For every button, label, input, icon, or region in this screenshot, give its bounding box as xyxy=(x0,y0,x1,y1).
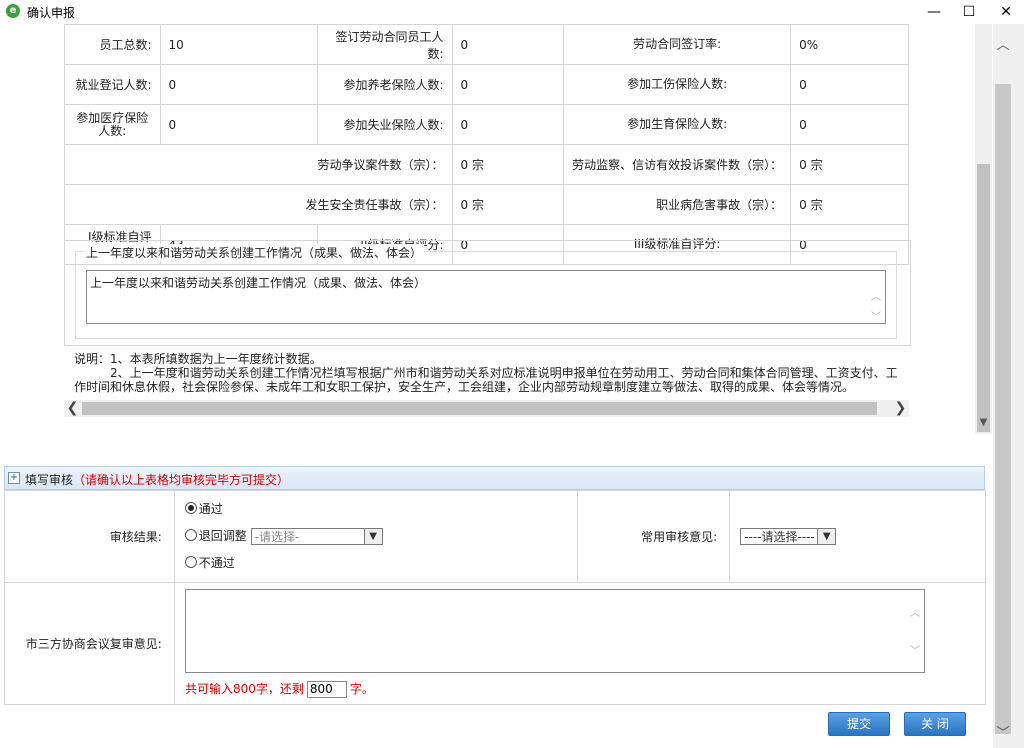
note-line-2: 2、上一年度和谐劳动关系创建工作情况栏填写根据广州市和谐劳动关系对应标准说明申报… xyxy=(74,366,898,394)
stat-label: 劳动监察、信访有效投诉案件数（宗）： xyxy=(563,144,792,185)
scroll-right-icon[interactable]: ❯ xyxy=(892,400,909,417)
scroll-up-icon[interactable]: ︿ xyxy=(993,36,1013,56)
scroll-down-icon[interactable]: ﹀ xyxy=(993,724,1013,744)
stat-value: 0 宗 xyxy=(790,184,909,225)
scroll-thumb[interactable] xyxy=(82,402,877,415)
select-value: ----请选择---- xyxy=(744,530,815,544)
stat-label: 员工总数: xyxy=(64,24,161,65)
radio-checked-icon[interactable] xyxy=(184,502,197,514)
option-label: 通过 xyxy=(198,502,223,516)
stat-value: 0 xyxy=(451,104,565,145)
counter-suffix: 字。 xyxy=(349,682,374,696)
submit-button[interactable]: 提交 xyxy=(828,712,890,736)
common-opinion-select[interactable]: ----请选择---- ▼ xyxy=(740,528,837,545)
stats-table: 员工总数: 10 签订劳动合同员工人数: 0 劳动合同签订率: 0% 就业登记人… xyxy=(64,24,909,265)
declaration-content: 员工总数: 10 签订劳动合同员工人数: 0 劳动合同签订率: 0% 就业登记人… xyxy=(0,24,975,444)
stat-value: 0 宗 xyxy=(790,144,909,185)
option-label: 退回调整 xyxy=(198,529,247,543)
scroll-down-icon[interactable]: ▼ xyxy=(975,414,992,431)
stat-label: 就业登记人数: xyxy=(64,64,161,105)
close-button[interactable]: 关 闭 xyxy=(904,712,966,736)
opinion-label: 市三方协商会议复审意见: xyxy=(4,582,175,705)
stat-label: 参加工伤保险人数: xyxy=(563,64,792,105)
stat-label: 签订劳动合同员工人数: xyxy=(316,24,453,65)
panel-hint-text: （请确认以上表格均审核完毕方可提交） xyxy=(73,473,290,487)
summary-textarea[interactable]: 上一年度以来和谐劳动关系创建工作情况（成果、做法、体会） xyxy=(86,270,886,324)
common-opinion-label: 常用审核意见: xyxy=(577,490,731,583)
expand-icon[interactable]: + xyxy=(8,472,20,484)
minimize-button[interactable]: — xyxy=(916,0,952,24)
option-label: 不通过 xyxy=(198,556,235,570)
radio-icon[interactable] xyxy=(184,556,197,568)
scroll-up-icon[interactable]: ︿ xyxy=(910,604,920,619)
option-return[interactable]: 退回调整 -请选择- ▼ xyxy=(184,523,577,550)
stat-value: 0 xyxy=(451,24,565,65)
window-title: 确认申报 xyxy=(27,6,76,20)
counter-prefix: 共可输入800字，还剩 xyxy=(185,682,304,696)
opinion-textarea[interactable]: ︿ ﹀ xyxy=(185,589,925,673)
stat-label: 参加生育保险人数: xyxy=(563,104,792,145)
app-icon: e xyxy=(6,4,20,18)
instructions-note: 说明：1、本表所填数据为上一年度统计数据。 2、上一年度和谐劳动关系创建工作情况… xyxy=(74,352,904,394)
summary-fieldset: 上一年度以来和谐劳动关系创建工作情况（成果、做法、体会） 上一年度以来和谐劳动关… xyxy=(75,244,897,339)
scroll-left-icon[interactable]: ❮ xyxy=(64,400,81,417)
inner-vertical-scrollbar[interactable]: ▼ xyxy=(975,24,992,434)
stat-value: 0 xyxy=(159,104,318,145)
stat-label: 参加失业保险人数: xyxy=(316,104,453,145)
return-reason-select[interactable]: -请选择- ▼ xyxy=(250,528,383,545)
maximize-button[interactable]: ☐ xyxy=(951,0,987,24)
stat-label: 发生安全责任事故（宗）： xyxy=(64,184,453,225)
stat-label: 参加养老保险人数: xyxy=(316,64,453,105)
review-panel-header[interactable]: + 填写审核（请确认以上表格均审核完毕方可提交） xyxy=(4,466,985,490)
select-value: -请选择- xyxy=(254,530,300,544)
summary-section: 上一年度以来和谐劳动关系创建工作情况（成果、做法、体会） 上一年度以来和谐劳动关… xyxy=(64,240,911,346)
scroll-down-icon[interactable]: ﹀ xyxy=(871,308,881,323)
scroll-up-icon[interactable]: ︿ xyxy=(871,288,881,303)
char-counter: 共可输入800字，还剩 800 字。 xyxy=(185,680,374,698)
summary-legend: 上一年度以来和谐劳动关系创建工作情况（成果、做法、体会） xyxy=(84,244,425,261)
review-panel-title: 填写审核（请确认以上表格均审核完毕方可提交） xyxy=(25,471,289,488)
close-window-button[interactable]: ✕ xyxy=(988,0,1024,24)
stat-value: 0 xyxy=(790,64,909,105)
stat-value: 0 xyxy=(790,104,909,145)
scroll-down-icon[interactable]: ﹀ xyxy=(910,642,920,657)
radio-icon[interactable] xyxy=(184,529,197,541)
horizontal-scrollbar[interactable]: ❮ ❯ xyxy=(64,400,909,417)
result-label: 审核结果: xyxy=(4,490,175,583)
chevron-down-icon[interactable]: ▼ xyxy=(363,529,382,544)
stat-label: 劳动争议案件数（宗）： xyxy=(64,144,453,185)
note-line-1: 说明：1、本表所填数据为上一年度统计数据。 xyxy=(74,352,322,366)
stat-label: 参加医疗保险人数: xyxy=(64,104,161,145)
option-pass[interactable]: 通过 xyxy=(184,496,577,523)
stat-value: 0 宗 xyxy=(451,144,565,185)
option-fail[interactable]: 不通过 xyxy=(184,550,577,577)
stat-label: 职业病危害事故（宗）： xyxy=(563,184,792,225)
panel-title-text: 填写审核 xyxy=(25,473,74,487)
title-bar: e 确认申报 — ☐ ✕ xyxy=(0,0,1024,24)
stat-value: 0 xyxy=(451,64,565,105)
scroll-thumb[interactable] xyxy=(977,164,990,432)
stat-label: 劳动合同签订率: xyxy=(563,24,792,65)
outer-vertical-scrollbar[interactable]: ︿ ﹀ xyxy=(993,24,1024,748)
stat-value: 10 xyxy=(159,24,318,65)
scroll-thumb[interactable] xyxy=(995,84,1011,734)
stat-value: 0% xyxy=(790,24,909,65)
chevron-down-icon[interactable]: ▼ xyxy=(817,529,836,544)
stat-value: 0 xyxy=(159,64,318,105)
remaining-count-input[interactable]: 800 xyxy=(306,681,347,698)
stat-value: 0 宗 xyxy=(451,184,565,225)
